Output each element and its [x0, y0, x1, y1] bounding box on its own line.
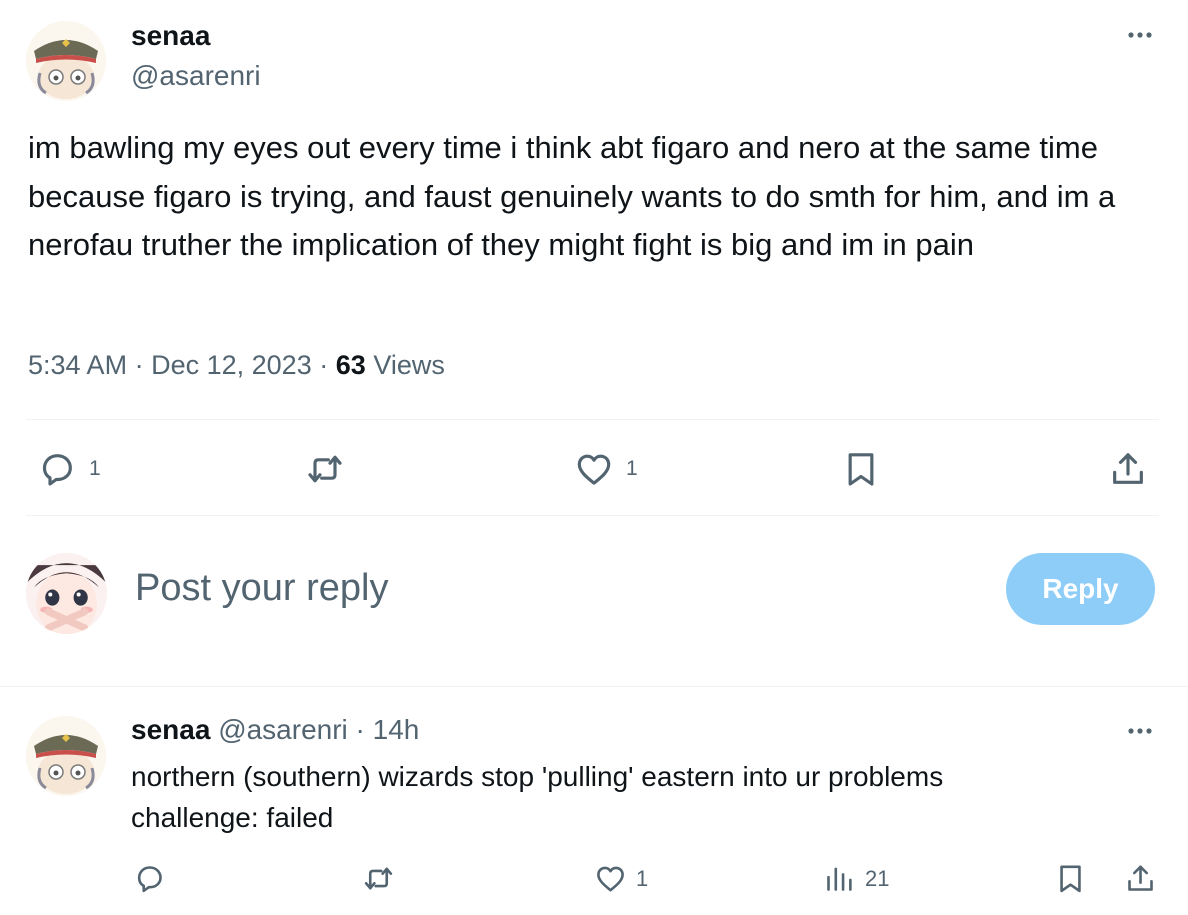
author-handle[interactable]: @asarenri — [131, 60, 261, 92]
reply-submit-button[interactable]: Reply — [1006, 553, 1155, 625]
more-dots-icon — [1128, 728, 1152, 734]
divider — [26, 419, 1159, 420]
share-icon — [1128, 865, 1153, 891]
current-user-avatar[interactable] — [26, 553, 107, 634]
reply-share-button[interactable] — [1124, 862, 1157, 895]
reply-bookmark-button[interactable] — [1054, 862, 1087, 895]
meta-separator: · — [134, 350, 144, 380]
meta-separator: · — [319, 350, 329, 380]
bookmark-action-button[interactable] — [841, 449, 881, 489]
reply-icon — [137, 866, 162, 893]
hat-character-avatar-icon — [26, 716, 106, 796]
reply-author-avatar[interactable] — [26, 716, 106, 796]
reply-action-button[interactable]: 1 — [37, 449, 101, 489]
post-meta: 5:34 AM · Dec 12, 2023 · 63 Views — [28, 350, 445, 381]
repost-icon — [364, 867, 393, 890]
author-avatar[interactable] — [26, 21, 106, 101]
reply-text: northern (southern) wizards stop 'pullin… — [131, 756, 1111, 838]
bookmark-icon — [848, 453, 874, 486]
bookmark-icon — [1060, 865, 1081, 893]
reply-like-count: 1 — [636, 865, 649, 891]
views-label: Views — [373, 350, 445, 380]
analytics-icon — [827, 867, 852, 891]
like-action-button[interactable]: 1 — [574, 449, 638, 489]
views-count: 63 — [335, 350, 366, 380]
reply-count: 1 — [89, 457, 101, 480]
reply-text-line: challenge: failed — [131, 802, 334, 833]
post-time[interactable]: 5:34 AM — [28, 350, 127, 380]
reply-input[interactable]: Post your reply — [135, 567, 388, 610]
author-display-name[interactable]: senaa — [131, 20, 210, 52]
reply-views-button[interactable]: 21 — [823, 862, 889, 895]
anime-girl-avatar-icon — [26, 553, 107, 634]
divider — [26, 515, 1159, 516]
post-date[interactable]: Dec 12, 2023 — [151, 350, 312, 380]
divider — [0, 686, 1188, 687]
repost-action-button[interactable] — [305, 449, 345, 489]
share-action-button[interactable] — [1108, 449, 1148, 489]
reply-text-line: northern (southern) wizards stop 'pullin… — [131, 761, 944, 792]
reply-header: senaa @asarenri · 14h — [131, 714, 419, 746]
more-options-button[interactable] — [1120, 20, 1160, 50]
reply-author-handle-time[interactable]: @asarenri · 14h — [218, 714, 419, 745]
reply-like-button[interactable]: 1 — [594, 862, 648, 895]
hat-character-avatar-icon — [26, 21, 106, 101]
heart-icon — [577, 454, 611, 485]
reply-repost-button[interactable] — [362, 862, 395, 895]
repost-icon — [308, 455, 342, 483]
reply-icon — [42, 454, 72, 486]
heart-icon — [597, 866, 624, 892]
reply-reply-button[interactable] — [133, 862, 166, 895]
more-dots-icon — [1128, 32, 1152, 38]
share-icon — [1113, 453, 1143, 484]
reply-views-count: 21 — [865, 865, 890, 891]
reply-author-name[interactable]: senaa — [131, 714, 210, 745]
like-count: 1 — [626, 457, 638, 480]
post-text: im bawling my eyes out every time i thin… — [28, 130, 1116, 262]
reply-more-options-button[interactable] — [1120, 716, 1160, 746]
